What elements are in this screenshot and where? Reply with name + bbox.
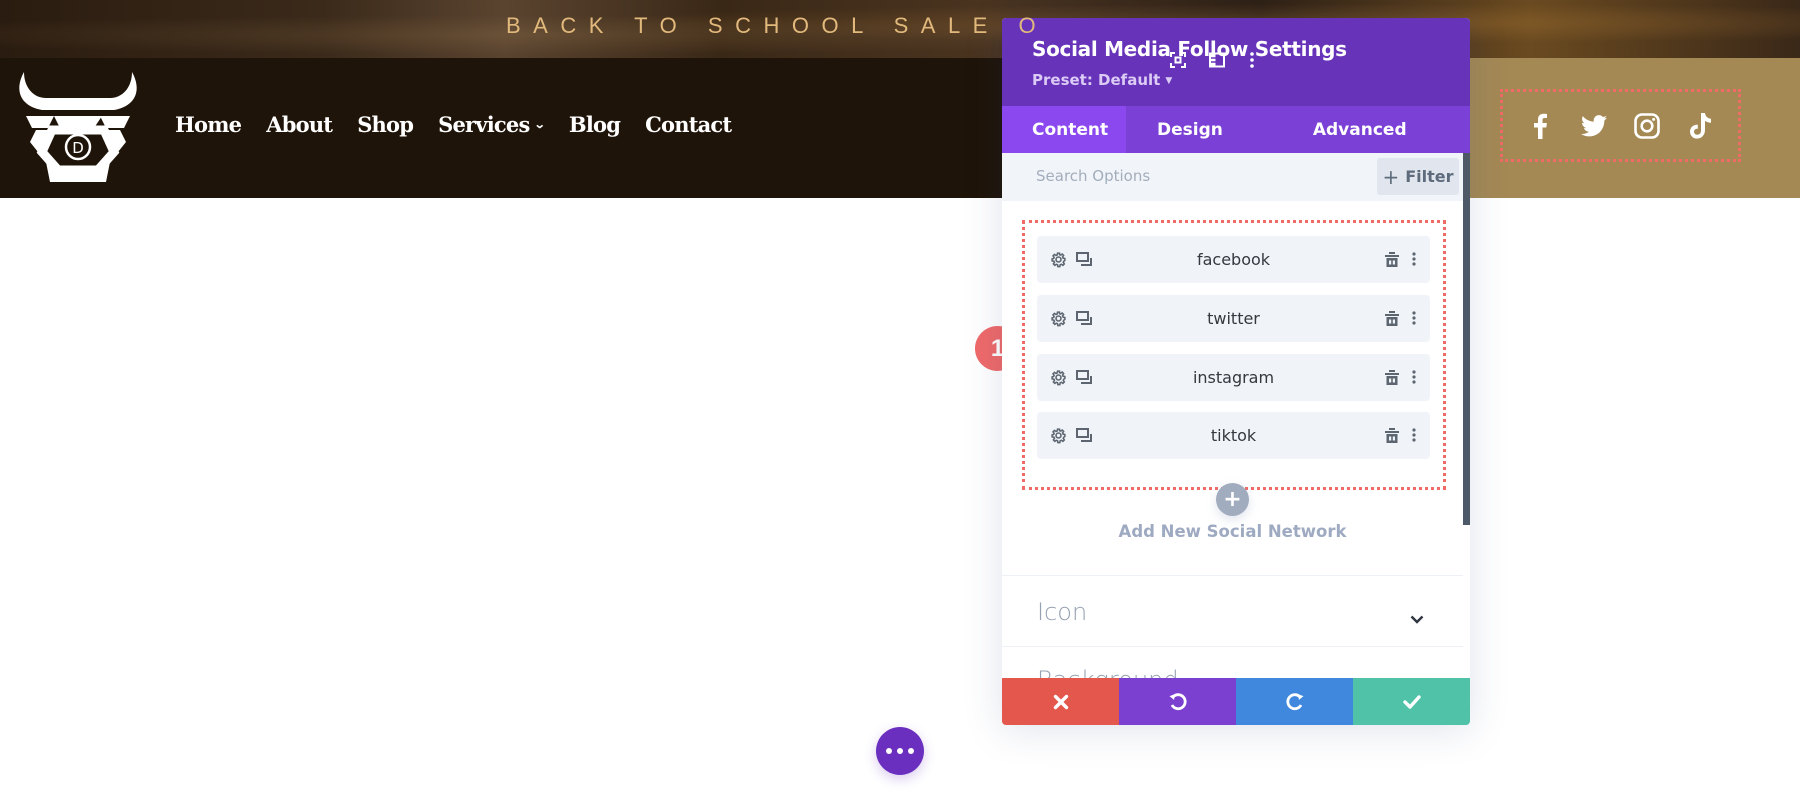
check-icon (1402, 694, 1421, 709)
section-icon-toggle[interactable]: Icon (1037, 598, 1087, 626)
plus-icon: + (1382, 164, 1400, 189)
chevron-down-icon: ⌄ (534, 118, 546, 131)
chevron-down-icon[interactable] (1410, 609, 1430, 624)
page: BACK TO SCHOOL SALE O D Home About Shop … (0, 0, 1800, 802)
section-divider (1002, 646, 1463, 647)
promo-banner-text: BACK TO SCHOOL SALE O (506, 13, 1049, 38)
promo-banner: BACK TO SCHOOL SALE O (0, 0, 1800, 58)
tiktok-icon[interactable] (1686, 111, 1716, 141)
logo-letter: D (72, 139, 84, 157)
redo-icon (1285, 692, 1304, 710)
tab-design[interactable]: Design (1126, 106, 1253, 153)
filter-button[interactable]: + Filter (1377, 158, 1459, 195)
trash-icon[interactable] (1383, 368, 1401, 386)
item-more-icon[interactable] (1405, 426, 1423, 444)
bull-logo-icon: D (19, 72, 137, 182)
nav-home-label: Home (175, 112, 242, 137)
close-icon (1053, 694, 1068, 709)
instagram-icon[interactable] (1632, 111, 1662, 141)
dot-icon (908, 748, 914, 754)
filter-label: Filter (1405, 167, 1454, 186)
panel-scrollbar[interactable] (1463, 153, 1470, 525)
nav-about[interactable]: About (266, 112, 333, 137)
nav-contact[interactable]: Contact (645, 112, 732, 137)
nav-blog[interactable]: Blog (568, 112, 621, 137)
list-item[interactable]: twitter (1037, 295, 1430, 342)
page-settings-button[interactable] (876, 727, 924, 775)
dot-icon (886, 748, 892, 754)
section-divider (1002, 575, 1463, 576)
undo-icon (1168, 692, 1187, 710)
site-logo[interactable]: D (14, 70, 142, 188)
item-more-icon[interactable] (1405, 368, 1423, 386)
undo-button[interactable] (1119, 678, 1236, 725)
nav-shop[interactable]: Shop (357, 112, 414, 137)
nav-about-label: About (266, 112, 333, 137)
network-label: tiktok (1210, 426, 1257, 445)
discard-button[interactable] (1002, 678, 1119, 725)
preset-label: Preset: Default (1032, 71, 1161, 89)
nav-services[interactable]: Services ⌄ (438, 112, 546, 137)
nav-shop-label: Shop (357, 112, 414, 137)
settings-panel: Social Media Follow Settings Preset: Def… (1002, 18, 1470, 725)
add-social-network-label[interactable]: Add New Social Network (1002, 522, 1463, 541)
nav-home[interactable]: Home (175, 112, 242, 137)
nav-services-label: Services (438, 112, 530, 137)
network-label: instagram (1192, 368, 1275, 387)
redo-button[interactable] (1236, 678, 1353, 725)
split-view-icon[interactable] (1207, 50, 1227, 70)
list-item[interactable]: tiktok (1037, 412, 1430, 459)
more-options-icon[interactable] (1242, 50, 1262, 70)
list-item[interactable]: instagram (1037, 354, 1430, 401)
facebook-icon[interactable] (1525, 111, 1555, 141)
network-label: facebook (1196, 250, 1271, 269)
nav-blog-label: Blog (568, 112, 621, 137)
tab-content[interactable]: Content (1002, 106, 1126, 153)
dot-icon (897, 748, 903, 754)
preset-selector[interactable]: Preset: Default ▼ (1032, 71, 1172, 89)
trash-icon[interactable] (1383, 426, 1401, 444)
add-social-network-button[interactable]: + (1216, 483, 1249, 516)
plus-icon: + (1223, 487, 1242, 512)
item-more-icon[interactable] (1405, 250, 1423, 268)
nav-contact-label: Contact (645, 112, 732, 137)
caret-down-icon: ▼ (1165, 75, 1173, 86)
trash-icon[interactable] (1383, 309, 1401, 327)
network-label: twitter (1207, 309, 1260, 328)
fullscreen-icon[interactable] (1168, 50, 1188, 70)
trash-icon[interactable] (1383, 250, 1401, 268)
search-row: + Filter (1002, 153, 1463, 201)
save-button[interactable] (1353, 678, 1470, 725)
panel-title: Social Media Follow Settings (1032, 37, 1347, 61)
panel-footer (1002, 678, 1470, 725)
twitter-icon[interactable] (1579, 111, 1609, 141)
social-network-list: facebook twitter instagram tiktok (1022, 220, 1446, 490)
social-follow-module[interactable] (1500, 89, 1741, 162)
list-item[interactable]: facebook (1037, 236, 1430, 283)
search-options-input[interactable] (1036, 167, 1336, 185)
item-more-icon[interactable] (1405, 309, 1423, 327)
main-nav: Home About Shop Services ⌄ Blog Contact (175, 112, 756, 137)
tab-advanced[interactable]: Advanced (1253, 106, 1437, 153)
panel-header[interactable]: Social Media Follow Settings Preset: Def… (1002, 18, 1470, 106)
panel-tabs: Content Design Advanced (1002, 106, 1470, 153)
